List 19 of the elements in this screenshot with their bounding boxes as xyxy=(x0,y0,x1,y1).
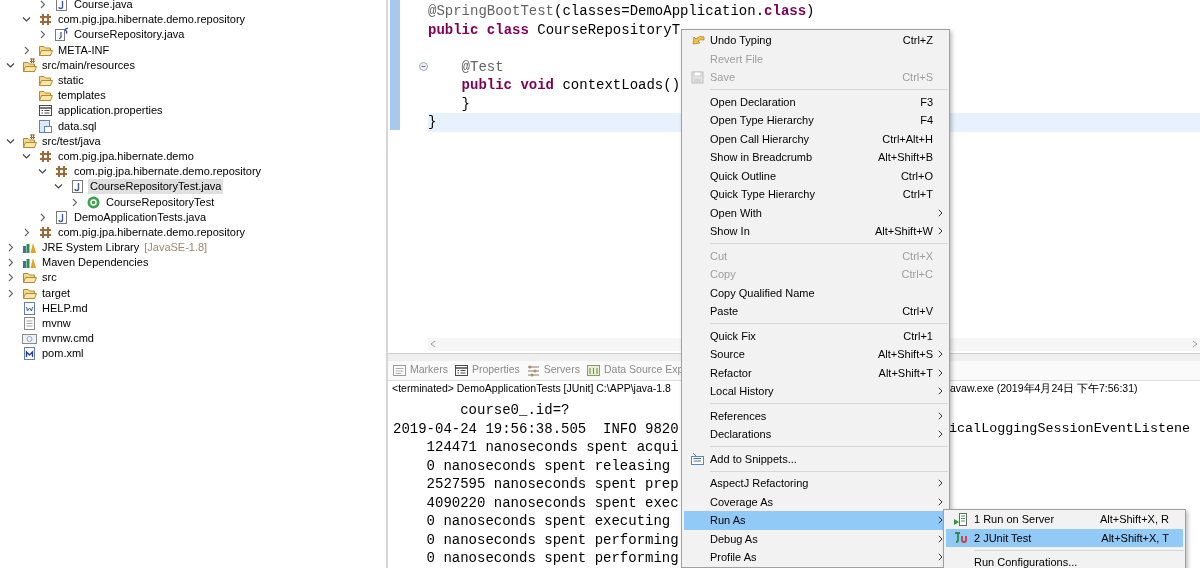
code-line: } xyxy=(428,113,437,132)
code-line: public void contextLoads() xyxy=(460,76,681,95)
console-line: 2527595 nanoseconds spent prep xyxy=(425,476,679,493)
console-header: <terminated> DemoApplicationTests [JUnit] C:\APP\java-1.8 xyxy=(392,381,671,394)
console-line: 4090220 nanoseconds spent exec xyxy=(425,495,679,511)
tree-decoration: [JavaSE-1.8] xyxy=(144,240,208,256)
console-line: 0 nanoseconds spent performing xyxy=(425,550,679,567)
console-line: 0 nanoseconds spent performing xyxy=(425,532,679,548)
console-header: avaw.exe (2019年4月24日 下午7:56:31) xyxy=(950,380,1138,396)
console-line: 0 nanoseconds spent releasing xyxy=(425,458,671,474)
console-line: course0_.id=? xyxy=(459,402,570,419)
code-line: @SpringBootTest(classes=DemoApplication.class) xyxy=(428,2,815,21)
console-line: 2019-04-24 19:56:38.505 INFO 9820 xyxy=(393,421,679,437)
code-line: @Test xyxy=(460,57,504,76)
code-line: } xyxy=(460,94,470,113)
console-line: 0 nanoseconds spent executing xyxy=(425,513,671,530)
console-line: 124471 nanoseconds spent acqui xyxy=(425,439,679,456)
console-line: icalLoggingSessionEventListene xyxy=(949,420,1191,438)
code-line: public class CourseRepositoryT xyxy=(428,20,681,39)
